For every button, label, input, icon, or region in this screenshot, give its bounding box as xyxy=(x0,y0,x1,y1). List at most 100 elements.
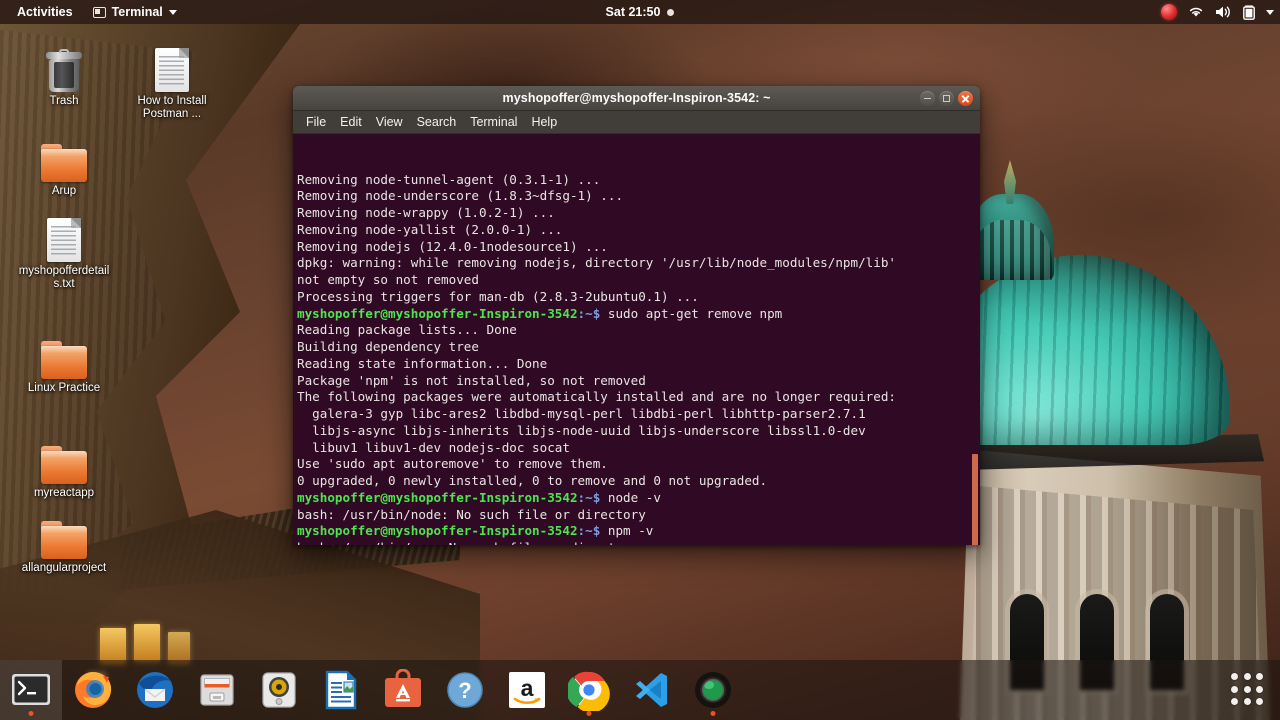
dock[interactable]: ? a xyxy=(0,660,1280,720)
desktop-icon-label: myreactapp xyxy=(33,487,95,499)
running-indicator xyxy=(586,711,592,716)
dock-item-help[interactable]: ? xyxy=(434,660,496,720)
terminal-line: bash: /usr/bin/node: No such file or dir… xyxy=(297,507,972,524)
trash-icon xyxy=(16,38,112,92)
terminal-window[interactable]: myshopoffer@myshopoffer-Inspiron-3542: ~… xyxy=(293,86,980,545)
dock-item-terminal[interactable] xyxy=(0,660,62,720)
close-button[interactable] xyxy=(958,91,973,106)
libreoffice-writer-icon xyxy=(325,670,357,710)
wifi-icon[interactable] xyxy=(1188,5,1204,19)
terminal-prompt-path: :~$ xyxy=(577,523,601,539)
clock-label: Sat 21:50 xyxy=(605,5,661,19)
running-indicator xyxy=(710,711,716,716)
activities-label: Activities xyxy=(17,5,73,19)
desktop-icon-how-to-install-postman[interactable]: How to Install Postman ... xyxy=(124,38,220,121)
desktop-icon-trash[interactable]: Trash xyxy=(16,38,112,108)
terminal-output-text: Package 'npm' is not installed, so not r… xyxy=(297,372,646,388)
terminal-line: Reading package lists... Done xyxy=(297,322,972,339)
dock-item-amazon[interactable]: a xyxy=(496,660,558,720)
battery-icon[interactable] xyxy=(1243,4,1255,20)
dock-item-firefox[interactable] xyxy=(62,660,124,720)
terminal-title-bar[interactable]: myshopoffer@myshopoffer-Inspiron-3542: ~ xyxy=(293,86,980,111)
terminal-output-text: Processing triggers for man-db (2.8.3-2u… xyxy=(297,288,699,304)
clock-button[interactable]: Sat 21:50 xyxy=(598,2,683,22)
terminal-line: Reading state information... Done xyxy=(297,356,972,373)
record-indicator-icon[interactable] xyxy=(1161,4,1177,20)
menu-item-view[interactable]: View xyxy=(369,113,410,131)
desktop-icon-allangularproject[interactable]: allangularproject xyxy=(16,505,112,575)
show-applications-icon[interactable] xyxy=(1228,670,1268,710)
menu-item-help[interactable]: Help xyxy=(524,113,564,131)
notification-dot-icon xyxy=(667,8,675,16)
top-bar: Activities Terminal Sat 21:50 xyxy=(0,0,1280,24)
system-tray[interactable] xyxy=(1161,4,1274,20)
desktop-icon-linux-practice[interactable]: Linux Practice xyxy=(16,325,112,395)
running-indicator xyxy=(28,711,34,716)
dock-item-chrome[interactable] xyxy=(558,660,620,720)
terminal-menu-bar[interactable]: File Edit View Search Terminal Help xyxy=(293,111,980,134)
dock-item-photo-app[interactable] xyxy=(682,660,744,720)
terminal-prompt: myshopoffer@myshopoffer-Inspiron-3542 xyxy=(297,489,578,505)
terminal-command-text: sudo apt-get remove npm xyxy=(600,305,783,321)
files-icon xyxy=(200,674,234,706)
maximize-button[interactable] xyxy=(939,91,954,106)
terminal-output-text: bash: /usr/bin/node: No such file or dir… xyxy=(297,506,646,522)
ubuntu-software-icon xyxy=(385,669,421,707)
menu-item-edit[interactable]: Edit xyxy=(333,113,369,131)
menu-item-file[interactable]: File xyxy=(299,113,333,131)
firefox-icon xyxy=(75,672,112,708)
folder-icon xyxy=(16,128,112,182)
help-icon: ? xyxy=(447,672,483,708)
terminal-output-text: Use 'sudo apt autoremove' to remove them… xyxy=(297,456,608,472)
desktop-icon-label: myshopofferdetails.txt xyxy=(18,265,110,290)
terminal-output-text: Removing node-underscore (1.8.3~dfsg-1) … xyxy=(297,188,624,204)
desktop-icon-myreactapp[interactable]: myreactapp xyxy=(16,430,112,500)
terminal-line: 0 upgraded, 0 newly installed, 0 to remo… xyxy=(297,473,972,490)
menu-item-terminal[interactable]: Terminal xyxy=(463,113,524,131)
terminal-output-text: Building dependency tree xyxy=(297,339,479,354)
menu-item-search[interactable]: Search xyxy=(410,113,464,131)
terminal-command-text: npm -v xyxy=(600,523,654,539)
dock-item-libreoffice-writer[interactable] xyxy=(310,660,372,720)
dock-item-rhythmbox[interactable] xyxy=(248,660,310,720)
dock-item-files[interactable] xyxy=(186,660,248,720)
terminal-line: Removing node-wrappy (1.0.2-1) ... xyxy=(297,205,972,222)
folder-icon xyxy=(16,325,112,379)
terminal-line: not empty so not removed xyxy=(297,272,972,289)
dock-item-ubuntu-software[interactable] xyxy=(372,660,434,720)
desktop-icon-arup[interactable]: Arup xyxy=(16,128,112,198)
wallpaper-lit-window xyxy=(100,628,126,664)
terminal-scrollbar[interactable] xyxy=(972,454,978,545)
desktop-icon-label: allangularproject xyxy=(21,562,107,574)
document-icon xyxy=(16,208,112,262)
terminal-line: Package 'npm' is not installed, so not r… xyxy=(297,373,972,390)
desktop-icon-label: How to Install Postman ... xyxy=(137,95,207,120)
terminal-line: Removing node-underscore (1.8.3~dfsg-1) … xyxy=(297,188,972,205)
terminal-output[interactable]: Removing node-tunnel-agent (0.3.1-1) ...… xyxy=(293,134,980,545)
terminal-output-text: libjs-async libjs-inherits libjs-node-uu… xyxy=(297,422,866,438)
chevron-down-icon[interactable] xyxy=(1266,9,1274,15)
terminal-prompt-path: :~$ xyxy=(577,305,601,321)
minimize-button[interactable] xyxy=(920,91,935,106)
volume-icon[interactable] xyxy=(1215,5,1232,19)
dock-item-thunderbird[interactable] xyxy=(124,660,186,720)
terminal-output-text: Removing node-tunnel-agent (0.3.1-1) ... xyxy=(297,171,601,187)
terminal-line: Building dependency tree xyxy=(297,339,972,356)
app-menu-button[interactable]: Terminal xyxy=(85,2,185,22)
terminal-line: The following packages were automaticall… xyxy=(297,389,972,406)
terminal-output-text: Removing node-yallist (2.0.0-1) ... xyxy=(297,221,563,237)
app-menu-label: Terminal xyxy=(111,5,163,19)
terminal-output-text: galera-3 gyp libc-ares2 libdbd-mysql-per… xyxy=(297,406,866,421)
terminal-line: libjs-async libjs-inherits libjs-node-uu… xyxy=(297,423,972,440)
document-icon xyxy=(124,38,220,92)
terminal-line: myshopoffer@myshopoffer-Inspiron-3542:~$… xyxy=(297,306,972,323)
terminal-output-text: 0 upgraded, 0 newly installed, 0 to remo… xyxy=(297,473,768,488)
terminal-command-text: node -v xyxy=(600,489,661,505)
desktop-icon-label: Linux Practice xyxy=(27,382,101,394)
terminal-line: dpkg: warning: while removing nodejs, di… xyxy=(297,255,972,272)
desktop-icon-myshopofferdetails-txt[interactable]: myshopofferdetails.txt xyxy=(16,208,112,291)
activities-button[interactable]: Activities xyxy=(9,2,81,22)
terminal-line: Removing node-tunnel-agent (0.3.1-1) ... xyxy=(297,172,972,189)
dock-item-vscode[interactable] xyxy=(620,660,682,720)
terminal-output-text: Removing nodejs (12.4.0-1nodesource1) ..… xyxy=(297,238,608,254)
